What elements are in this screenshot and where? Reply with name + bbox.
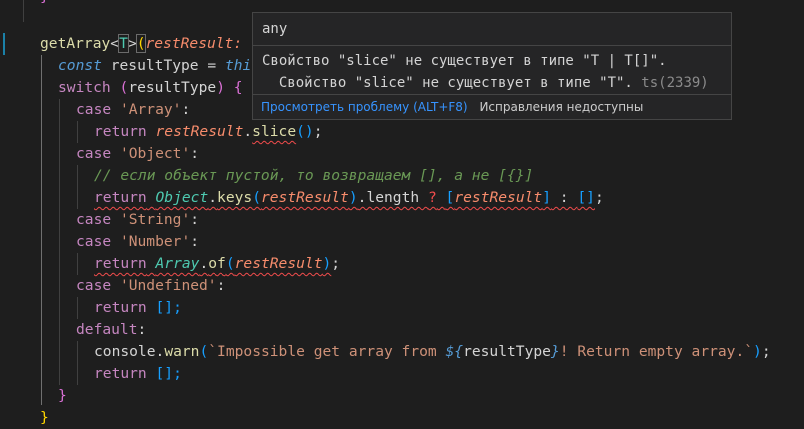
indent-guide [59, 99, 60, 385]
code-line: switch (resultType) { [58, 79, 243, 96]
indent-guide [77, 121, 78, 143]
indent-guide [77, 253, 78, 275]
code-line: } [40, 409, 49, 426]
no-quick-fixes-label: Исправления недоступны [479, 100, 644, 114]
indent-guide [77, 297, 78, 319]
code-line: } [40, 0, 49, 8]
code-line: case 'Number': [76, 233, 200, 250]
code-line: return restResult.slice(); [94, 123, 323, 140]
code-line: } [58, 387, 67, 404]
code-line: return []; [94, 299, 182, 316]
code-line: case 'Object': [76, 145, 200, 162]
error-code: ts(2339) [641, 75, 709, 91]
code-comment: // если объект пустой, то возвращаем [],… [94, 167, 534, 184]
code-line: console.warn(`Impossible get array from … [94, 343, 771, 360]
indent-guide-active [41, 55, 42, 405]
indent-guide [23, 0, 24, 22]
indent-guide [77, 341, 78, 385]
code-line: default: [76, 321, 147, 338]
hover-type-signature: any [253, 13, 731, 46]
modified-line-marker [3, 33, 5, 55]
error-message-line: Свойство "slice" не существует в типе "T… [262, 53, 667, 69]
hover-tooltip: any Свойство "slice" не существует в тип… [252, 12, 732, 120]
code-line: case 'Undefined': [76, 277, 226, 294]
hover-error-message: Свойство "slice" не существует в типе "T… [253, 46, 731, 94]
code-line: case 'Array': [76, 101, 191, 118]
indent-guide [77, 165, 78, 209]
hover-actions-bar: Просмотреть проблему (ALT+F8) Исправлени… [253, 94, 731, 119]
view-problem-link[interactable]: Просмотреть проблему (ALT+F8) [261, 100, 468, 114]
code-line: return Array.of(restResult); [94, 255, 341, 272]
code-line: const resultType = thi [58, 57, 252, 74]
code-line: return []; [94, 365, 182, 382]
error-message-line: Свойство "slice" не существует в типе "T… [262, 75, 642, 91]
code-line-function-signature: getArray<T>(restResult: [40, 34, 243, 53]
code-line: return Object.keys(restResult).length ? … [94, 189, 604, 206]
code-line: case 'String': [76, 211, 200, 228]
